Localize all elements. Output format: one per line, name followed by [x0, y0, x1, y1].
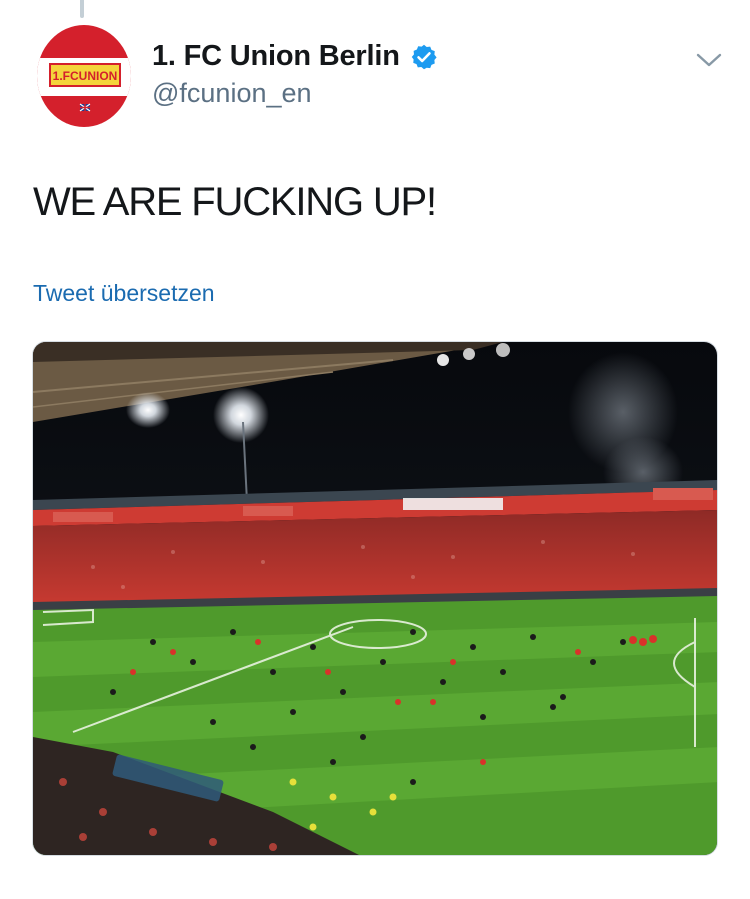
avatar[interactable]: 1.FCUNION — [36, 24, 132, 128]
union-berlin-logo: 1.FCUNION — [37, 25, 131, 127]
author-handle[interactable]: @fcunion_en — [152, 78, 312, 109]
author-display-name[interactable]: 1. FC Union Berlin — [152, 40, 400, 73]
thread-connector-line — [80, 0, 84, 18]
avatar-logo-text: 1.FCUNION — [53, 69, 118, 83]
verified-badge-icon — [410, 43, 438, 71]
author-name-row: 1. FC Union Berlin — [152, 40, 438, 73]
tweet-text: WE ARE FUCKING UP! — [33, 180, 437, 224]
stadium-pitch-invasion-photo — [33, 342, 717, 855]
translate-tweet-link[interactable]: Tweet übersetzen — [33, 280, 215, 307]
tweet-photo[interactable] — [32, 341, 718, 856]
chevron-down-icon[interactable] — [694, 48, 724, 72]
